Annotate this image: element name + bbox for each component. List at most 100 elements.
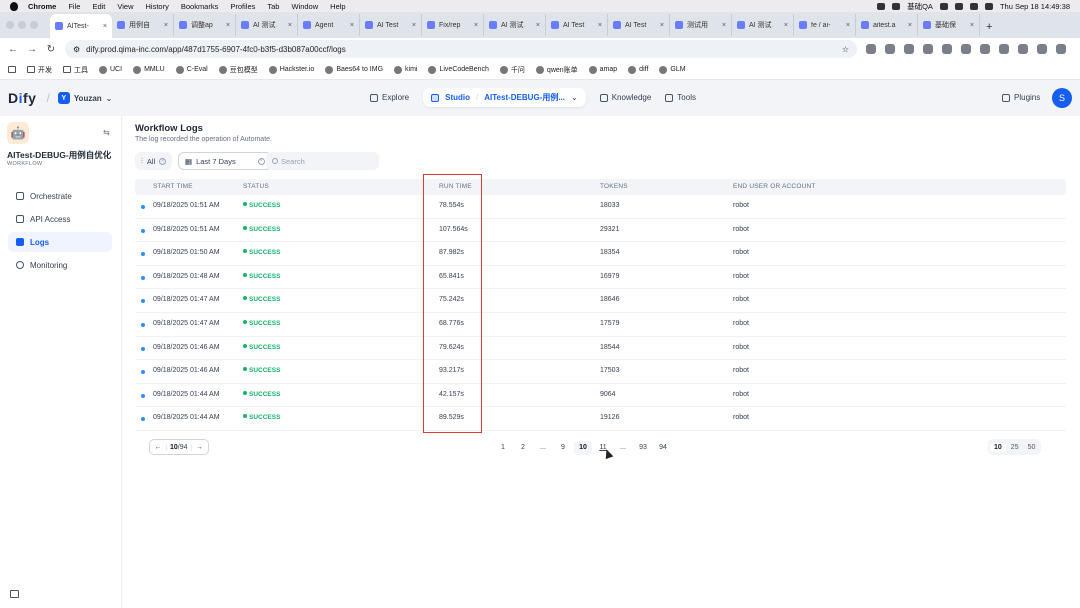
close-tab-icon[interactable]: ×	[908, 22, 912, 29]
close-window-button[interactable]	[6, 21, 14, 29]
bookmark[interactable]: kimi	[394, 65, 417, 74]
table-row[interactable]: 09/18/2025 01:46 AM SUCCESS 79.624s 18544 ro…	[135, 337, 1066, 361]
extension-icon[interactable]	[866, 44, 876, 54]
sidebar-item-logs[interactable]: Logs	[8, 232, 112, 252]
close-tab-icon[interactable]: ×	[846, 22, 850, 29]
close-tab-icon[interactable]: ×	[412, 22, 416, 29]
status-filter[interactable]: ⫶ All ×	[135, 152, 173, 170]
control-center-icon[interactable]	[984, 2, 993, 10]
browser-tab[interactable]: AITest- ×	[50, 14, 112, 38]
clock[interactable]: Thu Sep 18 14:49:38	[1000, 2, 1070, 11]
menu-bookmarks[interactable]: Bookmarks	[181, 2, 219, 11]
close-tab-icon[interactable]: ×	[288, 22, 292, 29]
prev-page-button[interactable]: ←	[150, 444, 166, 451]
period-filter[interactable]: ▦ Last 7 Days ×	[178, 152, 272, 170]
browser-tab[interactable]: AI 测试 ×	[236, 14, 298, 36]
wifi-icon[interactable]	[969, 2, 978, 10]
back-button[interactable]: ←	[8, 44, 18, 55]
table-row[interactable]: 09/18/2025 01:51 AM SUCCESS 107.564s 29321 r…	[135, 219, 1066, 243]
table-row[interactable]: 09/18/2025 01:50 AM SUCCESS 87.982s 18354 ro…	[135, 242, 1066, 266]
bookmark[interactable]: 千问	[499, 65, 525, 75]
apps-grid-icon[interactable]	[8, 66, 16, 73]
reload-button[interactable]: ↻	[46, 44, 56, 55]
collapse-sidebar-icon[interactable]	[10, 590, 19, 598]
close-tab-icon[interactable]: ×	[784, 22, 788, 29]
page-link[interactable]: 93	[634, 441, 652, 455]
clear-icon[interactable]: ×	[159, 157, 167, 165]
nav-knowledge[interactable]: Knowledge	[599, 93, 651, 102]
bookmark[interactable]: GLM	[659, 65, 686, 74]
menu-edit[interactable]: Edit	[92, 2, 105, 11]
browser-tab[interactable]: AI 测试 ×	[484, 14, 546, 36]
qa-status-label[interactable]: 基础QA	[907, 1, 933, 12]
extension-icon[interactable]	[904, 44, 914, 54]
plugins-button[interactable]: Plugins	[1002, 93, 1040, 102]
table-row[interactable]: 09/18/2025 01:48 AM SUCCESS 65.841s 16979 ro…	[135, 266, 1066, 290]
browser-tab[interactable]: 用例自 ×	[112, 14, 174, 36]
next-page-button[interactable]: →	[192, 444, 208, 451]
page-link[interactable]: 94	[654, 441, 672, 455]
browser-tab[interactable]: AI Test ×	[608, 14, 670, 36]
table-row[interactable]: 09/18/2025 01:47 AM SUCCESS 75.242s 18646 ro…	[135, 289, 1066, 313]
table-row[interactable]: 09/18/2025 01:51 AM SUCCESS 78.554s 18033 ro…	[135, 195, 1066, 219]
profile-icon[interactable]	[1037, 44, 1047, 54]
close-tab-icon[interactable]: ×	[598, 22, 602, 29]
extension-icon[interactable]	[923, 44, 933, 54]
extension-icon[interactable]	[999, 44, 1009, 54]
extension-icon[interactable]	[980, 44, 990, 54]
bookmark[interactable]: Hackster.io	[268, 65, 314, 74]
page-size-option[interactable]: 50	[1024, 443, 1040, 452]
avatar[interactable]: S	[1052, 88, 1072, 108]
bookmark-star-icon[interactable]: ☆	[842, 45, 849, 54]
close-tab-icon[interactable]: ×	[970, 22, 974, 29]
browser-tab[interactable]: aitest.a ×	[856, 14, 918, 36]
bookmark[interactable]: 豆包模型	[218, 65, 258, 75]
close-tab-icon[interactable]: ×	[536, 22, 540, 29]
close-tab-icon[interactable]: ×	[226, 22, 230, 29]
browser-tab[interactable]: Agent ×	[298, 14, 360, 36]
clear-icon[interactable]: ×	[257, 157, 265, 165]
bookmark[interactable]: MMLU	[133, 65, 165, 74]
bookmark[interactable]: Baes64 to IMG	[325, 65, 383, 74]
status-icon[interactable]	[892, 2, 901, 10]
menu-file[interactable]: File	[68, 2, 80, 11]
table-row[interactable]: 09/18/2025 01:44 AM SUCCESS 89.529s 19126 ro…	[135, 407, 1066, 431]
browser-tab[interactable]: AI Test ×	[360, 14, 422, 36]
switch-app-icon[interactable]: ⇆	[103, 128, 110, 137]
bookmark[interactable]: amap	[588, 65, 617, 74]
bookmark[interactable]: LiveCodeBench	[428, 65, 489, 74]
menu-history[interactable]: History	[146, 2, 169, 11]
site-info-icon[interactable]: ⚙	[73, 45, 80, 54]
bookmark-folder[interactable]: 开发	[27, 65, 52, 75]
extension-icon[interactable]	[942, 44, 952, 54]
page-size-option[interactable]: 25	[1007, 443, 1023, 452]
menu-tab[interactable]: Tab	[267, 2, 279, 11]
close-tab-icon[interactable]: ×	[350, 22, 354, 29]
browser-tab[interactable]: 调整ap ×	[174, 14, 236, 36]
extensions-puzzle-icon[interactable]	[1018, 44, 1028, 54]
menu-app[interactable]: Chrome	[28, 2, 56, 11]
bookmark[interactable]: C-Eval	[175, 65, 208, 74]
status-icon[interactable]	[877, 2, 886, 10]
browser-tab[interactable]: 基础保 ×	[918, 14, 980, 36]
close-tab-icon[interactable]: ×	[164, 22, 168, 29]
forward-button[interactable]: →	[27, 44, 37, 55]
page-indicator[interactable]: 10/94	[166, 443, 192, 451]
dify-logo[interactable]: Dify	[8, 90, 36, 106]
page-link-current[interactable]: 10	[574, 441, 592, 455]
browser-tab[interactable]: fe / ai- ×	[794, 14, 856, 36]
current-app-name[interactable]: AITest-DEBUG-用例...	[484, 92, 565, 103]
table-row[interactable]: 09/18/2025 01:46 AM SUCCESS 93.217s 17503 ro…	[135, 360, 1066, 384]
page-link[interactable]: 1	[494, 441, 512, 455]
browser-tab[interactable]: Fix/rep ×	[422, 14, 484, 36]
chevron-down-icon[interactable]: ⌄	[571, 93, 578, 102]
search-input[interactable]	[266, 152, 379, 170]
close-tab-icon[interactable]: ×	[103, 23, 107, 30]
url-text[interactable]: dify.prod.qima-inc.com/app/487d1755-6907…	[86, 45, 842, 54]
minimize-window-button[interactable]	[18, 21, 26, 29]
wechat-icon[interactable]	[939, 2, 948, 10]
sidebar-item-monitoring[interactable]: Monitoring	[8, 255, 112, 275]
page-link[interactable]: 9	[554, 441, 572, 455]
sidebar-item-api-access[interactable]: API Access	[8, 209, 112, 229]
browser-tab[interactable]: AI Test ×	[546, 14, 608, 36]
